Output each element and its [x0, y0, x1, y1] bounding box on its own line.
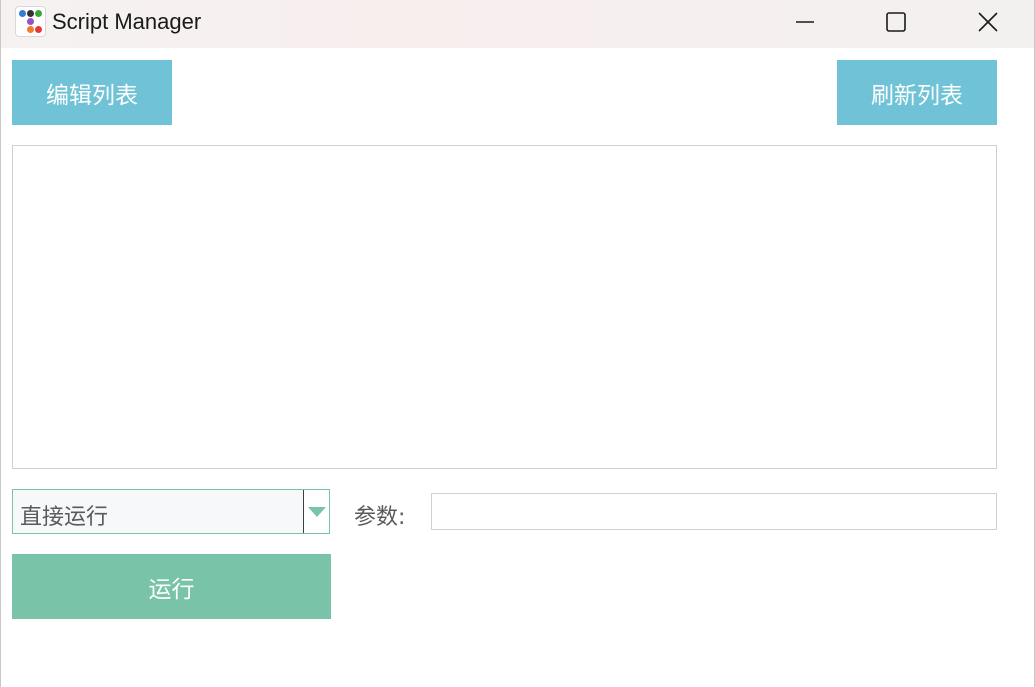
logo-dot	[27, 10, 34, 17]
run-button[interactable]: 运行	[12, 554, 331, 619]
minimize-icon	[796, 21, 814, 23]
title-bar[interactable]: Script Manager	[1, 0, 1034, 48]
logo-dot	[27, 18, 34, 25]
logo-dot	[35, 10, 42, 17]
triangle-down-icon	[307, 506, 326, 517]
window-title: Script Manager	[52, 9, 202, 34]
refresh-list-button[interactable]: 刷新列表	[837, 60, 997, 125]
minimize-button[interactable]	[782, 0, 828, 44]
maximize-button[interactable]	[873, 0, 919, 44]
dropdown-toggle[interactable]	[303, 490, 329, 533]
close-icon	[978, 12, 998, 32]
close-button[interactable]	[965, 0, 1011, 44]
logo-dot	[19, 10, 26, 17]
logo-dot	[35, 26, 42, 33]
maximize-icon	[886, 12, 906, 32]
run-mode-dropdown[interactable]: 直接运行	[12, 489, 330, 534]
params-input[interactable]	[431, 493, 997, 530]
logo-dot	[27, 26, 34, 33]
script-list[interactable]	[12, 145, 997, 469]
edit-list-button[interactable]: 编辑列表	[12, 60, 172, 125]
app-logo-icon	[15, 6, 46, 37]
script-manager-window: Script Manager 编辑列表 刷新列表 直接运行 参数: 运行	[0, 0, 1035, 687]
run-mode-selected-value: 直接运行	[20, 505, 109, 530]
params-label: 参数:	[354, 505, 406, 530]
